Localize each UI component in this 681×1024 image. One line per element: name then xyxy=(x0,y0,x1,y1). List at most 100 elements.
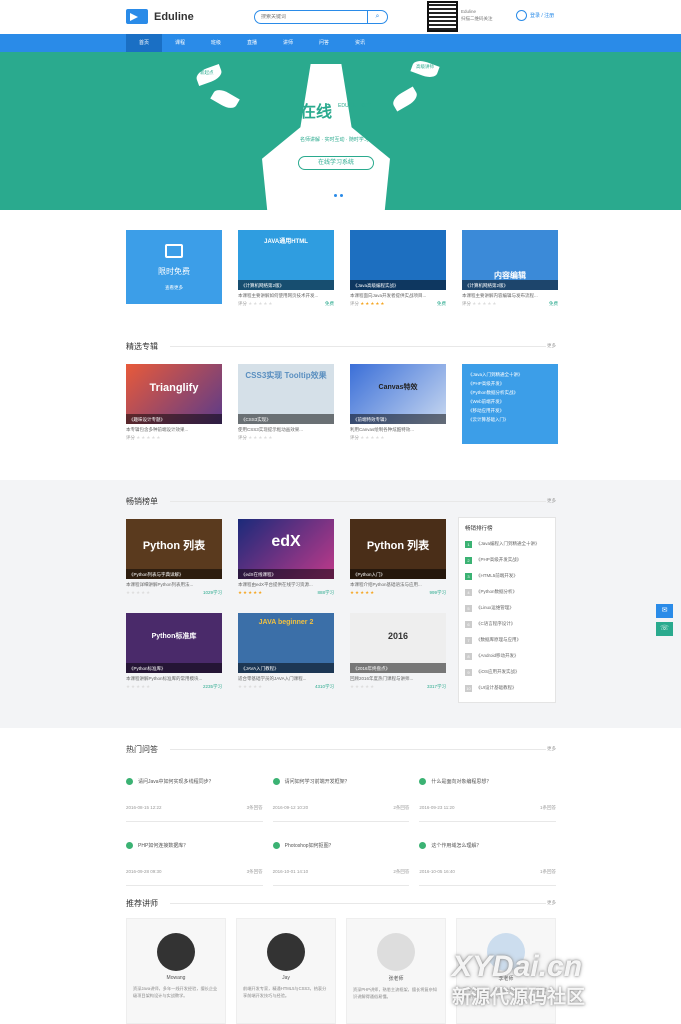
chat-button[interactable]: ✉ xyxy=(656,604,673,618)
qa-item[interactable]: Photoshop如何抠图？ 2016-10-01 14:10 2条回答 xyxy=(272,834,410,886)
site-logo[interactable]: Eduline xyxy=(126,9,194,24)
qa-item[interactable]: 请问Java中如何实现多线程同步？ 2016-08-15 12:22 3条回答 xyxy=(126,770,263,822)
rank-number: 8 xyxy=(465,652,472,660)
bestseller-card[interactable]: JAVA beginner 2 《JAVA入门教程》 适合零基础学员的JAVA入门… xyxy=(238,613,334,690)
album-list-item[interactable]: 《Java入门到精通全十讲》 xyxy=(468,370,552,379)
teacher-bio: 资深Java讲师，多年一线开发经验，擅长企业级项目架构设计与实战教学。 xyxy=(133,986,218,998)
course-card[interactable]: 内容编辑 《计算机网络第2版》 本课程主要讲解内容编辑与发布流程... 评分 ★… xyxy=(462,230,558,307)
rank-item[interactable]: 10 《UI设计基础教程》 xyxy=(465,680,549,696)
album-row: Trianglify 《趣味设计专题》 本专辑包含多种前端设计效果... 评分 … xyxy=(126,364,558,444)
carousel-dot[interactable] xyxy=(334,194,337,197)
banner-title-sub: EDULINE 教育 xyxy=(338,103,372,109)
bestseller-card[interactable]: Python 列表 《Python列表与字典详解》 本课程详细讲解Python列表… xyxy=(126,519,222,596)
section-divider xyxy=(170,346,546,347)
qr-caption-sub: 扫描二维码关注 xyxy=(461,16,493,21)
watermark-line-2: 新源代源码社区 xyxy=(452,987,586,1008)
course-card[interactable]: JAVA通用HTML 《计算机网络第2版》 本课程主要讲解如何使用网页技术开发.… xyxy=(238,230,334,307)
carousel-dot[interactable] xyxy=(346,194,349,197)
bestseller-card[interactable]: 2016 《2016年终盘点》 回顾2016年度热门课程与讲师... ★★★★★ 3… xyxy=(350,613,446,690)
course-desc: 回顾2016年度热门课程与讲师... xyxy=(350,676,414,681)
bestseller-card[interactable]: Python标准库 《Python标准库》 本课程讲解Python标准库的常用模块… xyxy=(126,613,222,690)
free-course-tile[interactable]: 限时免费 查看更多 xyxy=(126,230,222,304)
header: Eduline ⌕ Eduline 扫描二维码关注 登录 / 注册 xyxy=(0,0,681,34)
search-input[interactable] xyxy=(261,14,361,20)
avatar xyxy=(377,933,415,971)
qa-item[interactable]: PHP如何连接数据库？ 2016-09-28 09:30 3条回答 xyxy=(126,834,263,886)
learner-count: 4310学习 xyxy=(314,684,334,689)
rank-item[interactable]: 6 《C语言程序设计》 xyxy=(465,616,549,632)
carousel-dot[interactable] xyxy=(340,194,343,197)
qr-code-image xyxy=(427,1,458,32)
album-thumbnail: Trianglify 《趣味设计专题》 xyxy=(126,364,222,424)
nav-item-home[interactable]: 首页 xyxy=(126,34,162,52)
rank-item[interactable]: 7 《数据库原理与应用》 xyxy=(465,632,549,648)
course-caption: 《2016年终盘点》 xyxy=(350,663,446,673)
wechat-button[interactable]: ☏ xyxy=(656,622,673,636)
qa-item[interactable]: 请问如何学习前端开发框架？ 2016-09-12 10:20 2条回答 xyxy=(272,770,410,822)
carousel-dots xyxy=(334,194,349,197)
course-price: 免费 xyxy=(549,301,558,306)
course-thumbnail: Python标准库 《Python标准库》 xyxy=(126,613,222,673)
album-list-item[interactable]: 《云计算基础入门》 xyxy=(468,415,552,424)
free-course-row: 限时免费 查看更多 JAVA通用HTML 《计算机网络第2版》 本课程主要讲解如… xyxy=(126,230,558,307)
leaf-shape xyxy=(210,86,240,112)
search-button[interactable]: ⌕ xyxy=(367,10,387,24)
course-desc: 本课程详细讲解Python列表用法... xyxy=(126,582,194,587)
course-caption: 《JAVA入门教程》 xyxy=(238,663,334,673)
teacher-card[interactable]: Mowang 资深Java讲师，多年一线开发经验，擅长企业级项目架构设计与实战教学… xyxy=(126,918,226,1024)
album-list-item[interactable]: 《Web前端开发》 xyxy=(468,397,552,406)
rank-number: 10 xyxy=(465,684,472,692)
more-link[interactable]: 更多 xyxy=(547,900,556,906)
album-rating: 评分 ★★★★★ xyxy=(126,435,162,440)
bestseller-row-2: Python标准库 《Python标准库》 本课程讲解Python标准库的常用模块… xyxy=(126,613,446,690)
question-icon xyxy=(419,842,427,849)
course-caption: 《Java高级编程实战》 xyxy=(350,280,446,290)
rank-item[interactable]: 1 《Java编程入门到精通全十讲》 xyxy=(465,536,549,552)
more-link[interactable]: 更多 xyxy=(547,343,556,349)
nav-item-classes[interactable]: 班级 xyxy=(198,34,234,52)
album-caption: 《前端特效专辑》 xyxy=(350,414,446,424)
album-card[interactable]: Canvas特效 《前端特效专辑》 利用Canvas绘制各种炫酷特效... 评分… xyxy=(350,364,446,444)
rank-item[interactable]: 5 《Linux运维管理》 xyxy=(465,600,549,616)
section-divider xyxy=(170,501,546,502)
album-card[interactable]: Trianglify 《趣味设计专题》 本专辑包含多种前端设计效果... 评分 … xyxy=(126,364,222,444)
nav-item-live[interactable]: 直播 xyxy=(234,34,270,52)
chat-icon: ✉ xyxy=(661,607,668,614)
rank-item[interactable]: 8 《Android移动开发》 xyxy=(465,648,549,664)
rank-item[interactable]: 9 《iOS应用开发实战》 xyxy=(465,664,549,680)
album-card[interactable]: CSS3实现 Tooltip效果 《CSS3实现》 使用CSS3实现提示框动画效… xyxy=(238,364,334,444)
course-price: 免费 xyxy=(325,301,334,306)
more-link[interactable]: 更多 xyxy=(547,498,556,504)
more-link[interactable]: 更多 xyxy=(547,746,556,752)
watermark: XYDai.cn 新源代源码社区 xyxy=(452,950,585,1009)
nav-item-courses[interactable]: 课程 xyxy=(162,34,198,52)
qa-grid: 请问Java中如何实现多线程同步？ 2016-08-15 12:22 3条回答 请问… xyxy=(126,770,556,886)
rank-item[interactable]: 4 《Python数据分析》 xyxy=(465,584,549,600)
qa-item[interactable]: 这个作用域怎么理解？ 2016-10-05 16:40 1条回答 xyxy=(419,834,556,886)
bestseller-card[interactable]: Python 列表 《Python入门》 本课程介绍Python基础语法与应用..… xyxy=(350,519,446,596)
login-link[interactable]: 登录 / 注册 xyxy=(516,10,554,21)
rank-item[interactable]: 3 《HTML5前端开发》 xyxy=(465,568,549,584)
rank-number: 7 xyxy=(465,636,472,644)
course-card[interactable]: 《Java高级编程实战》 本课程面向Java开发者提供实战项目... 评分 ★★… xyxy=(350,230,446,307)
teacher-card[interactable]: Jay 前端开发专家，精通HTML5与CSS3，热衷分享前端开发技巧与经验。 xyxy=(236,918,336,1024)
bestseller-card[interactable]: edX 《edX在线课程》 本课程由edX平台提供在线学习资源... ★★★★★ 8… xyxy=(238,519,334,596)
hero-banner[interactable]: 在线 EDULINE 教育 名师讲解 · 实时互动 · 随时学习 在线学习系统 … xyxy=(0,52,681,210)
nav-item-news[interactable]: 资讯 xyxy=(342,34,378,52)
section-title: 推荐讲师 xyxy=(126,899,158,908)
teacher-card[interactable]: 张老师 资深PHP讲师，熟悉主流框架，擅长将复杂知识讲解得通俗易懂。 xyxy=(346,918,446,1024)
album-list-item[interactable]: 《移动应用开发》 xyxy=(468,406,552,415)
learner-count: 3317学习 xyxy=(426,684,446,689)
nav-item-teachers[interactable]: 讲师 xyxy=(270,34,306,52)
qa-item[interactable]: 什么是面向对象编程思想？ 2016-09-23 11:20 1条回答 xyxy=(419,770,556,822)
album-list-item[interactable]: 《PHP高级开发》 xyxy=(468,379,552,388)
rank-item[interactable]: 2 《PHP高级开发实战》 xyxy=(465,552,549,568)
free-title: 限时免费 xyxy=(158,267,190,276)
album-desc: 本专辑包含多种前端设计效果... xyxy=(126,427,189,432)
course-desc: 本课程主要讲解内容编辑与发布流程... xyxy=(462,293,538,298)
banner-cta-button[interactable]: 在线学习系统 xyxy=(298,156,374,170)
thumb-title: Canvas特效 xyxy=(378,384,418,391)
question-icon xyxy=(272,842,280,849)
nav-item-qa[interactable]: 问答 xyxy=(306,34,342,52)
album-list-item[interactable]: 《Python数据分析实战》 xyxy=(468,388,552,397)
